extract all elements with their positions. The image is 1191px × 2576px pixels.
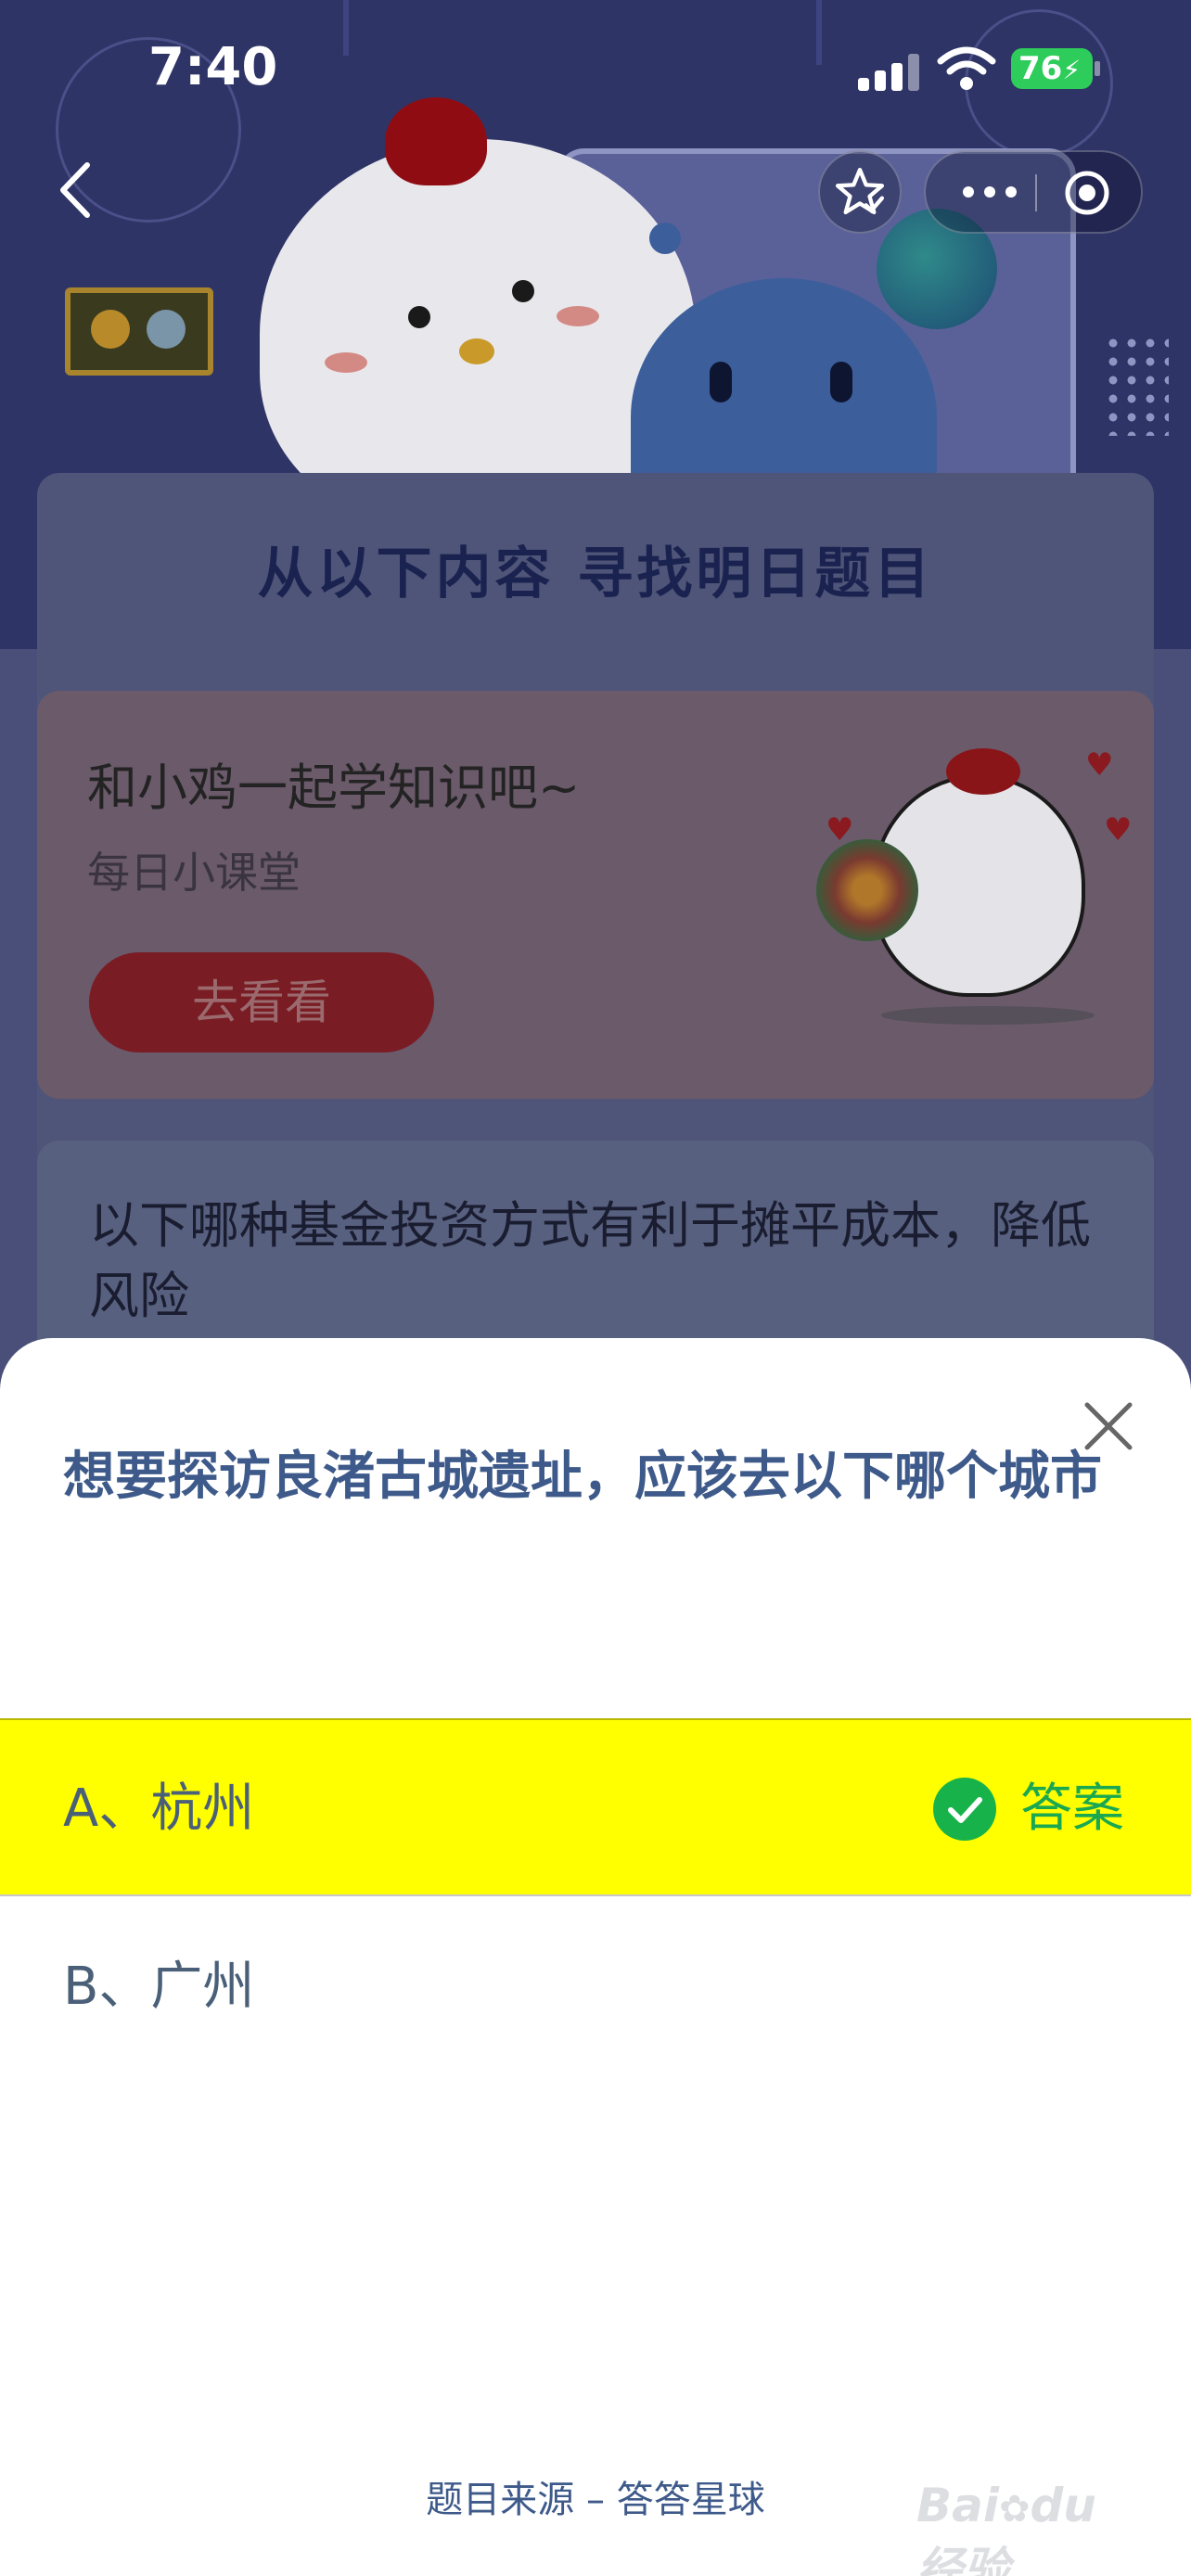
heart-icon: ♥: [826, 811, 854, 848]
heart-icon: ♥: [1104, 811, 1133, 848]
status-time: 7:40: [148, 37, 278, 97]
back-arrow-icon[interactable]: [48, 158, 104, 223]
heart-icon: ♥: [1085, 746, 1114, 784]
medal-icon: [147, 310, 186, 349]
chick-beak: [459, 338, 494, 364]
go-watch-button[interactable]: 去看看: [89, 952, 434, 1052]
flower-bouquet: [816, 839, 918, 941]
chick-eye: [512, 280, 534, 302]
medal-frame-illustration: [65, 287, 213, 376]
option-label: B、广州: [63, 1957, 255, 2017]
answer-sheet: 想要探访良渚古城遗址，应该去以下哪个城市 A、杭州 答案 B、广州 题目来源 –…: [0, 1338, 1191, 2576]
star-check-icon: [835, 167, 885, 215]
option-a[interactable]: A、杭州 答案: [0, 1718, 1191, 1896]
alien-eye: [830, 362, 852, 402]
answer-tag: 答案: [933, 1720, 1174, 1898]
chick-eye: [408, 306, 430, 328]
alien-eye: [710, 362, 732, 402]
panel-title: 从以下内容 寻找明日题目: [257, 542, 934, 606]
battery-nub: [1095, 61, 1100, 76]
chick-cheek: [557, 306, 599, 326]
watermark-logo-text: Bai✿du 经验: [916, 2479, 1096, 2576]
battery-icon: 76⚡: [1011, 48, 1093, 89]
target-icon[interactable]: [1063, 169, 1111, 217]
battery-level: 76: [1018, 50, 1063, 87]
chick-with-flowers-illustration: ♥ ♥ ♥: [816, 737, 1132, 1025]
favorite-button[interactable]: [818, 150, 902, 234]
answer-label: 答案: [1020, 1779, 1124, 1839]
more-dots-icon[interactable]: [957, 152, 1022, 232]
baidu-jingyan-watermark: Bai✿du 经验: [907, 2442, 1158, 2576]
medal-icon: [91, 310, 130, 349]
wifi-icon: [937, 46, 996, 90]
option-label: A、杭州: [63, 1779, 255, 1839]
option-b[interactable]: B、广州: [0, 1898, 1191, 2076]
signal-icon: [858, 54, 923, 91]
question-card-text: 以下哪种基金投资方式有利于摊平成本，降低风险: [89, 1196, 1091, 1325]
promo-subtitle: 每日小课堂: [87, 848, 301, 898]
check-circle-icon: [933, 1778, 996, 1841]
alien-antenna: [649, 223, 681, 254]
mini-program-capsule: [924, 150, 1143, 234]
dot-grid-decoration: [1104, 334, 1169, 436]
status-bar: 7:40 76⚡: [0, 0, 1191, 139]
sheet-question: 想要探访良渚古城遗址，应该去以下哪个城市: [63, 1447, 1102, 1507]
capsule-divider: [1035, 174, 1037, 211]
mini-chick-comb: [946, 748, 1020, 795]
promo-card[interactable]: 和小鸡一起学知识吧~ 每日小课堂 去看看 ♥ ♥ ♥: [37, 691, 1154, 1099]
mini-chick-shadow: [881, 1006, 1095, 1025]
promo-title: 和小鸡一起学知识吧~: [87, 759, 581, 817]
chick-cheek: [325, 352, 367, 373]
